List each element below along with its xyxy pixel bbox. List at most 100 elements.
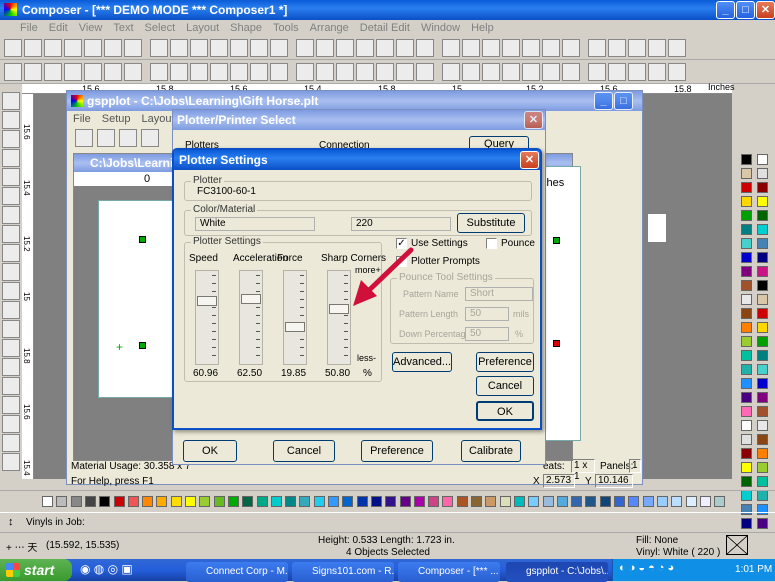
toolbar-tool-icon[interactable] (190, 63, 208, 81)
close-button[interactable]: ✕ (756, 1, 775, 19)
color-swatch[interactable] (757, 476, 768, 487)
pps-ok-button[interactable]: OK (183, 440, 237, 462)
gspplot-maximize-button[interactable]: □ (614, 92, 633, 110)
new-icon[interactable] (4, 39, 22, 57)
toolbar-tool-icon[interactable] (396, 39, 414, 57)
toolbar-tool-icon[interactable] (442, 39, 460, 57)
color-swatch[interactable] (757, 434, 768, 445)
gspplot-menu-item[interactable]: Setup (102, 113, 131, 125)
slider-thumb[interactable] (241, 294, 261, 304)
color-swatch[interactable] (757, 322, 768, 333)
color-swatch[interactable] (757, 392, 768, 403)
toolbar-tool-icon[interactable] (190, 39, 208, 57)
bottom-color-swatch[interactable] (428, 496, 440, 507)
bottom-color-swatch[interactable] (127, 496, 139, 507)
color-swatch[interactable] (741, 210, 752, 221)
eraser-icon[interactable] (104, 63, 122, 81)
bottom-color-swatch[interactable] (285, 496, 297, 507)
toolbar-tool-icon[interactable] (376, 39, 394, 57)
undo-icon[interactable] (150, 39, 168, 57)
toolbar-tool-icon[interactable] (502, 63, 520, 81)
color-swatch[interactable] (741, 238, 752, 249)
color-swatch[interactable] (741, 420, 752, 431)
bottom-color-swatch[interactable] (299, 496, 311, 507)
minimize-button[interactable]: _ (716, 1, 735, 19)
menu-item-text[interactable]: Text (113, 22, 133, 34)
save-icon[interactable] (44, 39, 62, 57)
bottom-color-swatch[interactable] (456, 496, 468, 507)
color-swatch[interactable] (757, 266, 768, 277)
bottom-color-swatch[interactable] (471, 496, 482, 507)
pps-cancel-button[interactable]: Cancel (273, 440, 335, 462)
bottom-color-swatch[interactable] (99, 496, 111, 507)
slider-thumb[interactable] (197, 296, 217, 306)
slider-thumb[interactable] (285, 322, 305, 332)
toolbar-tool-icon[interactable] (336, 63, 354, 81)
bottom-color-swatch[interactable] (685, 496, 697, 507)
toolbar-tool-icon[interactable] (542, 63, 560, 81)
color-swatch[interactable] (757, 350, 768, 361)
color-swatch[interactable] (741, 392, 752, 403)
menu-item-shape[interactable]: Shape (230, 22, 262, 34)
tool-icon[interactable] (2, 434, 20, 452)
pen-icon[interactable] (2, 130, 20, 148)
color-swatch[interactable] (741, 252, 752, 263)
color-swatch[interactable] (741, 280, 752, 291)
bottom-color-swatch[interactable] (213, 496, 225, 507)
copy-icon[interactable] (104, 39, 122, 57)
taskbar-item[interactable]: Composer - [*** ... (398, 562, 500, 582)
toolbar-tool-icon[interactable] (628, 39, 646, 57)
bottom-color-swatch[interactable] (227, 496, 239, 507)
toolbar-tool-icon[interactable] (336, 39, 354, 57)
color-swatch[interactable] (757, 406, 768, 417)
arc-icon[interactable] (2, 111, 20, 129)
toolbar-tool-icon[interactable] (628, 63, 646, 81)
gspplot-minimize-button[interactable]: _ (594, 92, 613, 110)
bottom-color-swatch[interactable] (528, 496, 540, 507)
pps-calibrate-button[interactable]: Calibrate (461, 440, 521, 462)
color-swatch[interactable] (757, 378, 768, 389)
bottom-color-swatch[interactable] (585, 496, 597, 507)
plot-handle-bottom-right[interactable] (553, 340, 560, 347)
bottom-color-swatch[interactable] (242, 496, 254, 507)
color-swatch[interactable] (741, 322, 752, 333)
bottom-color-swatch[interactable] (370, 496, 382, 507)
color-swatch[interactable] (757, 196, 768, 207)
node-icon[interactable] (4, 63, 22, 81)
bottom-color-swatch[interactable] (642, 496, 654, 507)
toolbar-tool-icon[interactable] (502, 39, 520, 57)
toolbar-tool-icon[interactable] (296, 63, 314, 81)
plot-handle-bottom-left[interactable] (139, 342, 146, 349)
toolbar-tool-icon[interactable] (356, 63, 374, 81)
taskbar-item[interactable]: gspplot - C:\Jobs\... (506, 562, 608, 582)
ok-button[interactable]: OK (476, 401, 534, 421)
gspplot-menu-item[interactable]: Layout (141, 113, 174, 125)
color-swatch[interactable] (741, 168, 752, 179)
toolbar-tool-icon[interactable] (442, 63, 460, 81)
bottom-color-swatch[interactable] (142, 496, 154, 507)
slider-speed[interactable] (195, 270, 219, 365)
menu-item-layout[interactable]: Layout (186, 22, 219, 34)
color-swatch[interactable] (757, 252, 768, 263)
toolbar-tool-icon[interactable] (522, 63, 540, 81)
toolbar-tool-icon[interactable] (608, 63, 626, 81)
bottom-color-swatch[interactable] (356, 496, 368, 507)
slider-acceleration[interactable] (239, 270, 263, 365)
color-swatch[interactable] (757, 448, 768, 459)
zoom-out-icon[interactable] (2, 282, 20, 300)
tool-icon[interactable] (2, 377, 20, 395)
toolbar-tool-icon[interactable] (462, 63, 480, 81)
bottom-color-swatch[interactable] (599, 496, 611, 507)
color-swatch[interactable] (741, 294, 752, 305)
tool-icon[interactable] (2, 396, 20, 414)
pattern-length-input[interactable]: 50 (465, 307, 509, 321)
color-swatch[interactable] (741, 462, 752, 473)
color-swatch[interactable] (757, 154, 768, 165)
color-swatch[interactable] (757, 182, 768, 193)
bottom-color-swatch[interactable] (413, 496, 425, 507)
pounce-checkbox[interactable] (486, 238, 497, 249)
toolbar-tool-icon[interactable] (376, 63, 394, 81)
line-icon[interactable] (2, 225, 20, 243)
toolbar-tool-icon[interactable] (296, 39, 314, 57)
preference-button[interactable]: Preference (476, 352, 534, 372)
